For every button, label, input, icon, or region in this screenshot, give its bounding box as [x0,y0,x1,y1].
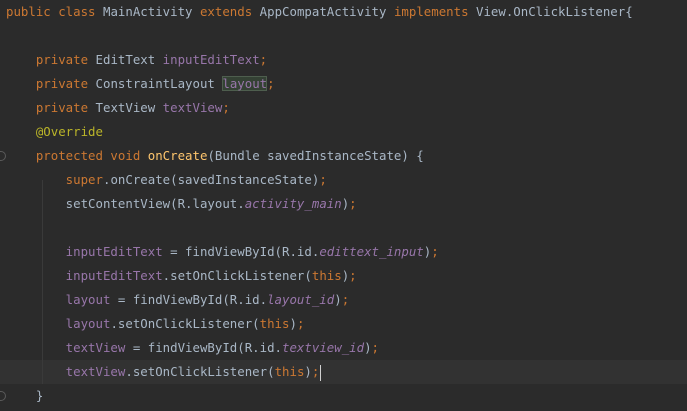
code-line-text: protected void onCreate(Bundle savedInst… [6,144,424,168]
code-token: ) [364,340,372,355]
code-line[interactable]: inputEditText = findViewById(R.id.editte… [0,240,687,264]
code-token: = findViewById(R.id. [110,292,268,307]
code-token: inputEditText [6,244,163,259]
code-token: layout [6,292,111,307]
code-token: textView [6,364,126,379]
code-token: ; [371,340,380,355]
code-line[interactable]: textView.setOnClickListener(this); [0,360,687,384]
code-token: ; [267,76,275,91]
code-token: = findViewById(R.id. [125,340,283,355]
code-token: ; [349,196,357,211]
code-token: } [6,388,44,403]
code-token: textView [162,100,223,115]
code-token: private [6,76,96,91]
code-token: AppCompatActivity [259,4,394,19]
code-line[interactable]: protected void onCreate(Bundle savedInst… [0,144,687,168]
code-line-text: textView.setOnClickListener(this); [6,360,322,384]
code-token: private [6,52,96,67]
code-line-text: layout = findViewById(R.id.layout_id); [6,288,350,312]
code-line-text: super.onCreate(savedInstanceState); [6,168,327,192]
code-line[interactable]: inputEditText.setOnClickListener(this); [0,264,687,288]
code-token: textView [6,340,126,355]
code-token: layout [222,76,268,91]
code-token: extends [199,4,260,19]
code-token: (Bundle savedInstanceState) { [207,148,424,163]
code-token: ; [296,316,305,331]
code-line[interactable]: } [0,384,687,408]
code-line[interactable]: layout = findViewById(R.id.layout_id); [0,288,687,312]
code-line-text: textView = findViewById(R.id.textview_id… [6,336,379,360]
code-token: private [6,100,96,115]
code-line-text: private ConstraintLayout layout; [6,72,275,96]
code-token: .setOnClickListener( [110,316,260,331]
code-token: ; [222,100,230,115]
code-token: TextView [95,100,163,115]
code-token: layout_id [267,292,335,307]
code-line-text: inputEditText.setOnClickListener(this); [6,264,357,288]
code-line[interactable] [0,24,687,48]
code-token: = findViewById(R.id. [162,244,320,259]
code-line-text: layout.setOnClickListener(this); [6,312,305,336]
code-line-text: @Override [6,120,103,144]
code-line[interactable]: private ConstraintLayout layout; [0,72,687,96]
code-line-text: } [6,384,43,408]
code-token: ; [259,52,268,67]
code-token: onCreate [147,148,208,163]
code-token: inputEditText [6,268,163,283]
code-token: public class [6,4,103,19]
code-token: @Override [6,124,103,139]
code-line-text: private EditText inputEditText; [6,48,267,72]
code-token: activity_main [244,196,342,211]
code-token: ; [349,268,357,283]
code-token: ; [341,292,350,307]
code-editor[interactable]: } textView.setOnClickListener(this); tex… [0,0,687,411]
code-token: View.OnClickListener{ [476,4,633,19]
code-token: ) [334,292,342,307]
code-line[interactable] [0,216,687,240]
code-token: .setOnClickListener( [162,268,312,283]
code-line-text: inputEditText = findViewById(R.id.editte… [6,240,439,264]
code-token: ; [431,244,439,259]
code-token: ) [289,316,297,331]
code-token: this [274,364,305,379]
code-token: EditText [95,52,163,67]
code-token: edittext_input [319,244,424,259]
code-line[interactable]: @Override [0,120,687,144]
code-token: super [6,172,103,187]
code-token: this [311,268,342,283]
text-caret [320,364,322,381]
code-token: this [259,316,290,331]
code-token: implements [393,4,476,19]
code-line[interactable]: textView = findViewById(R.id.textview_id… [0,336,687,360]
code-line[interactable]: public class MainActivity extends AppCom… [0,0,687,24]
code-token: .setOnClickListener( [125,364,275,379]
code-token: protected void [6,148,148,163]
code-token: ConstraintLayout [95,76,223,91]
indent-guide [42,180,43,384]
code-line[interactable]: private TextView textView; [0,96,687,120]
code-token: layout [6,316,111,331]
code-token: ) [304,364,312,379]
code-token: MainActivity [102,4,200,19]
code-line[interactable]: layout.setOnClickListener(this); [0,312,687,336]
code-token: .onCreate(savedInstanceState) [102,172,320,187]
code-line[interactable]: super.onCreate(savedInstanceState); [0,168,687,192]
code-token: textview_id [282,340,365,355]
code-line-text: setContentView(R.layout.activity_main); [6,192,357,216]
code-line-text: private TextView textView; [6,96,230,120]
code-token: ; [319,172,327,187]
code-token: inputEditText [162,52,260,67]
code-token: ; [311,364,320,379]
code-line[interactable]: setContentView(R.layout.activity_main); [0,192,687,216]
code-line-text: public class MainActivity extends AppCom… [6,0,633,24]
code-line[interactable]: private EditText inputEditText; [0,48,687,72]
